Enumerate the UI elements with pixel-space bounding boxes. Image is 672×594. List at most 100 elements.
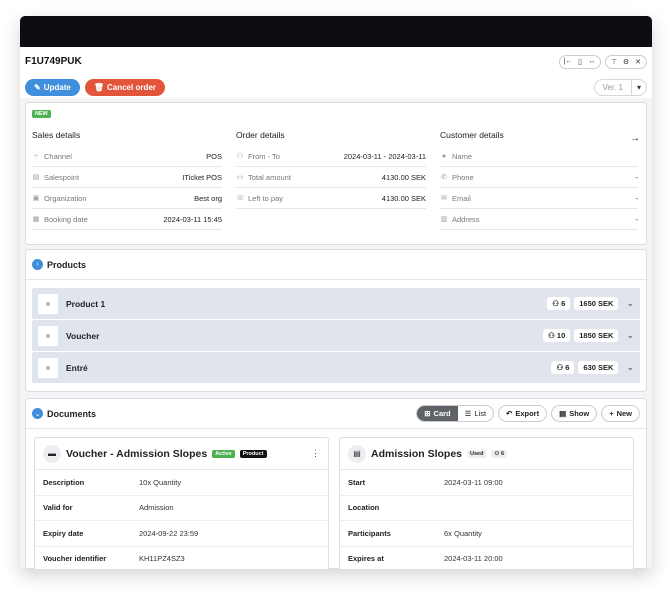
product-row[interactable]: ▦ Entré ⚇ 6 630 SEK ⌄ (32, 352, 640, 383)
update-label: Update (43, 82, 71, 92)
product-thumbnail: ▦ (38, 357, 58, 378)
new-label: New (616, 409, 632, 418)
chevron-right-icon[interactable]: › (32, 259, 43, 270)
admission-document-card[interactable]: ▤ Admission Slopes Used ⚇ 6 Start 2024-03… (339, 437, 634, 569)
title-bar: F1U749PUK |← ▯ ↔ ⊤ ⚙ ✕ (20, 47, 652, 76)
organization-label: Organization (44, 193, 87, 203)
collapse-left-icon[interactable]: |← (562, 56, 574, 68)
document-detail-row: Expiry date 2024-09-22 23:59 (35, 521, 328, 547)
from-to-label: From - To (248, 151, 280, 161)
status-badge: Used (467, 449, 487, 458)
show-button[interactable]: ▤ Show (551, 405, 598, 422)
product-thumbnail: ▦ (38, 293, 58, 314)
quantity-value: 10 (556, 331, 566, 340)
arrow-right-icon[interactable]: → (630, 133, 640, 144)
gear-icon[interactable]: ⚙ (620, 56, 632, 68)
detail-key: Start (348, 477, 366, 487)
view-toggle: ⊞ Card ☰ List (416, 405, 495, 422)
order-summary-card: NEW Sales details ⑂ Channel POS ▤ Salespoi… (25, 102, 647, 245)
documents-card: ⌄ Documents ⊞ Card ☰ List ↶ Export ▤ Show + N… (25, 398, 647, 569)
detail-key: Expires at (348, 554, 384, 564)
version-select[interactable]: Ver. 1 ▾ (593, 78, 647, 96)
document-detail-row: Expires at 2024-03-11 20:00 (340, 547, 633, 570)
document-detail-row: Description 10x Quantity (35, 470, 328, 496)
voucher-document-card[interactable]: ▬ Voucher - Admission Slopes Active Prod… (34, 437, 329, 569)
chevron-down-icon[interactable]: ⌄ (32, 408, 43, 419)
new-button[interactable]: + New (601, 405, 640, 422)
channel-value: POS (206, 151, 222, 161)
chevron-down-icon[interactable]: ⌄ (626, 298, 634, 309)
more-options-icon[interactable]: ⋮ (311, 448, 320, 459)
new-badge: NEW (32, 110, 51, 118)
total-amount-row: ▭ Total amount 4130.00 SEK (236, 167, 426, 188)
chevron-down-icon[interactable]: ⌄ (626, 362, 634, 373)
list-view-button[interactable]: ☰ List (458, 406, 493, 421)
list-view-label: List (474, 409, 487, 418)
layout-controls: |← ▯ ↔ (559, 54, 601, 69)
detail-value: 10x Quantity (139, 477, 182, 487)
customer-details-title: Customer details (440, 130, 504, 140)
address-value: - (635, 214, 639, 224)
document-detail-row: Location (340, 496, 633, 521)
detail-value: 2024-09-22 23:59 (139, 528, 199, 538)
export-label: Export (515, 409, 540, 418)
expand-width-icon[interactable]: ↔ (586, 56, 598, 68)
email-label: Email (452, 193, 471, 203)
salespoint-row: ▤ Salespoint ITicket POS (32, 167, 222, 188)
address-row: ▥ Address - (440, 209, 638, 230)
products-title: Products (47, 259, 87, 270)
type-badge: Product (239, 449, 267, 458)
cancel-label: Cancel order (106, 82, 156, 92)
pin-icon[interactable]: ⊤ (608, 56, 620, 68)
top-bar (20, 16, 652, 47)
product-thumbnail: ▦ (38, 325, 58, 346)
chevron-down-icon[interactable]: ⌄ (626, 330, 634, 341)
address-label: Address (452, 214, 480, 224)
cancel-order-button[interactable]: 🗑 Cancel order (84, 78, 165, 96)
detail-key: Location (348, 503, 380, 513)
building-icon: ▥ (440, 216, 448, 223)
product-row[interactable]: ▦ Product 1 ⚇ 6 1650 SEK ⌄ (32, 288, 640, 319)
left-to-pay-label: Left to pay (248, 193, 284, 203)
status-badge: Active (212, 449, 235, 458)
pencil-icon: ✎ (34, 82, 41, 92)
quantity-chip: ⚇ 6 (551, 361, 575, 374)
export-button[interactable]: ↶ Export (498, 405, 548, 422)
card-view-label: Card (433, 409, 451, 418)
card-view-button[interactable]: ⊞ Card (417, 406, 458, 421)
order-details-title: Order details (236, 130, 285, 140)
organization-row: ▣ Organization Best org (32, 188, 222, 209)
products-card: › Products ▦ Product 1 ⚇ 6 1650 SEK ⌄ ▦ … (25, 249, 647, 392)
channel-row: ⑂ Channel POS (32, 146, 222, 167)
sales-details-title: Sales details (32, 130, 81, 140)
product-row[interactable]: ▦ Voucher ⚇ 10 1850 SEK ⌄ (32, 320, 640, 351)
left-to-pay-value: 4130.00 SEK (381, 193, 426, 203)
document-title: Voucher - Admission Slopes (66, 447, 208, 460)
update-button[interactable]: ✎ Update (25, 78, 80, 96)
customer-details: Customer details ● Name ✆ Phone - ✉ Email -… (440, 130, 638, 230)
participants-count: 6 (500, 450, 505, 457)
booking-date-value: 2024-03-11 15:45 (163, 214, 222, 224)
detail-value: 6x Quantity (444, 528, 482, 538)
plus-icon: + (609, 409, 614, 418)
quantity-chip: ⚇ 6 (547, 297, 571, 310)
close-icon[interactable]: ✕ (632, 56, 644, 68)
name-row: ● Name (440, 146, 638, 167)
quantity-chip: ⚇ 10 (543, 329, 571, 342)
price-chip: 1650 SEK (574, 297, 619, 310)
detail-key: Voucher identifier (43, 554, 107, 564)
left-to-pay-row: ☏ Left to pay 4130.00 SEK (236, 188, 426, 209)
mobile-icon[interactable]: ▯ (574, 56, 586, 68)
detail-key: Participants (348, 528, 391, 538)
chevron-down-icon[interactable]: ▾ (630, 79, 646, 95)
organization-value: Best org (194, 193, 222, 203)
register-icon: ▤ (32, 174, 40, 181)
user-icon: ● (441, 152, 447, 160)
product-name: Voucher (66, 330, 100, 341)
phone-row: ✆ Phone - (440, 167, 638, 188)
cash-register-icon: ☏ (236, 195, 245, 202)
participants-badge: ⚇ 6 (491, 449, 508, 458)
total-amount-value: 4130.00 SEK (381, 172, 426, 182)
document-title: Admission Slopes (371, 447, 463, 460)
products-header[interactable]: › Products (26, 250, 646, 280)
